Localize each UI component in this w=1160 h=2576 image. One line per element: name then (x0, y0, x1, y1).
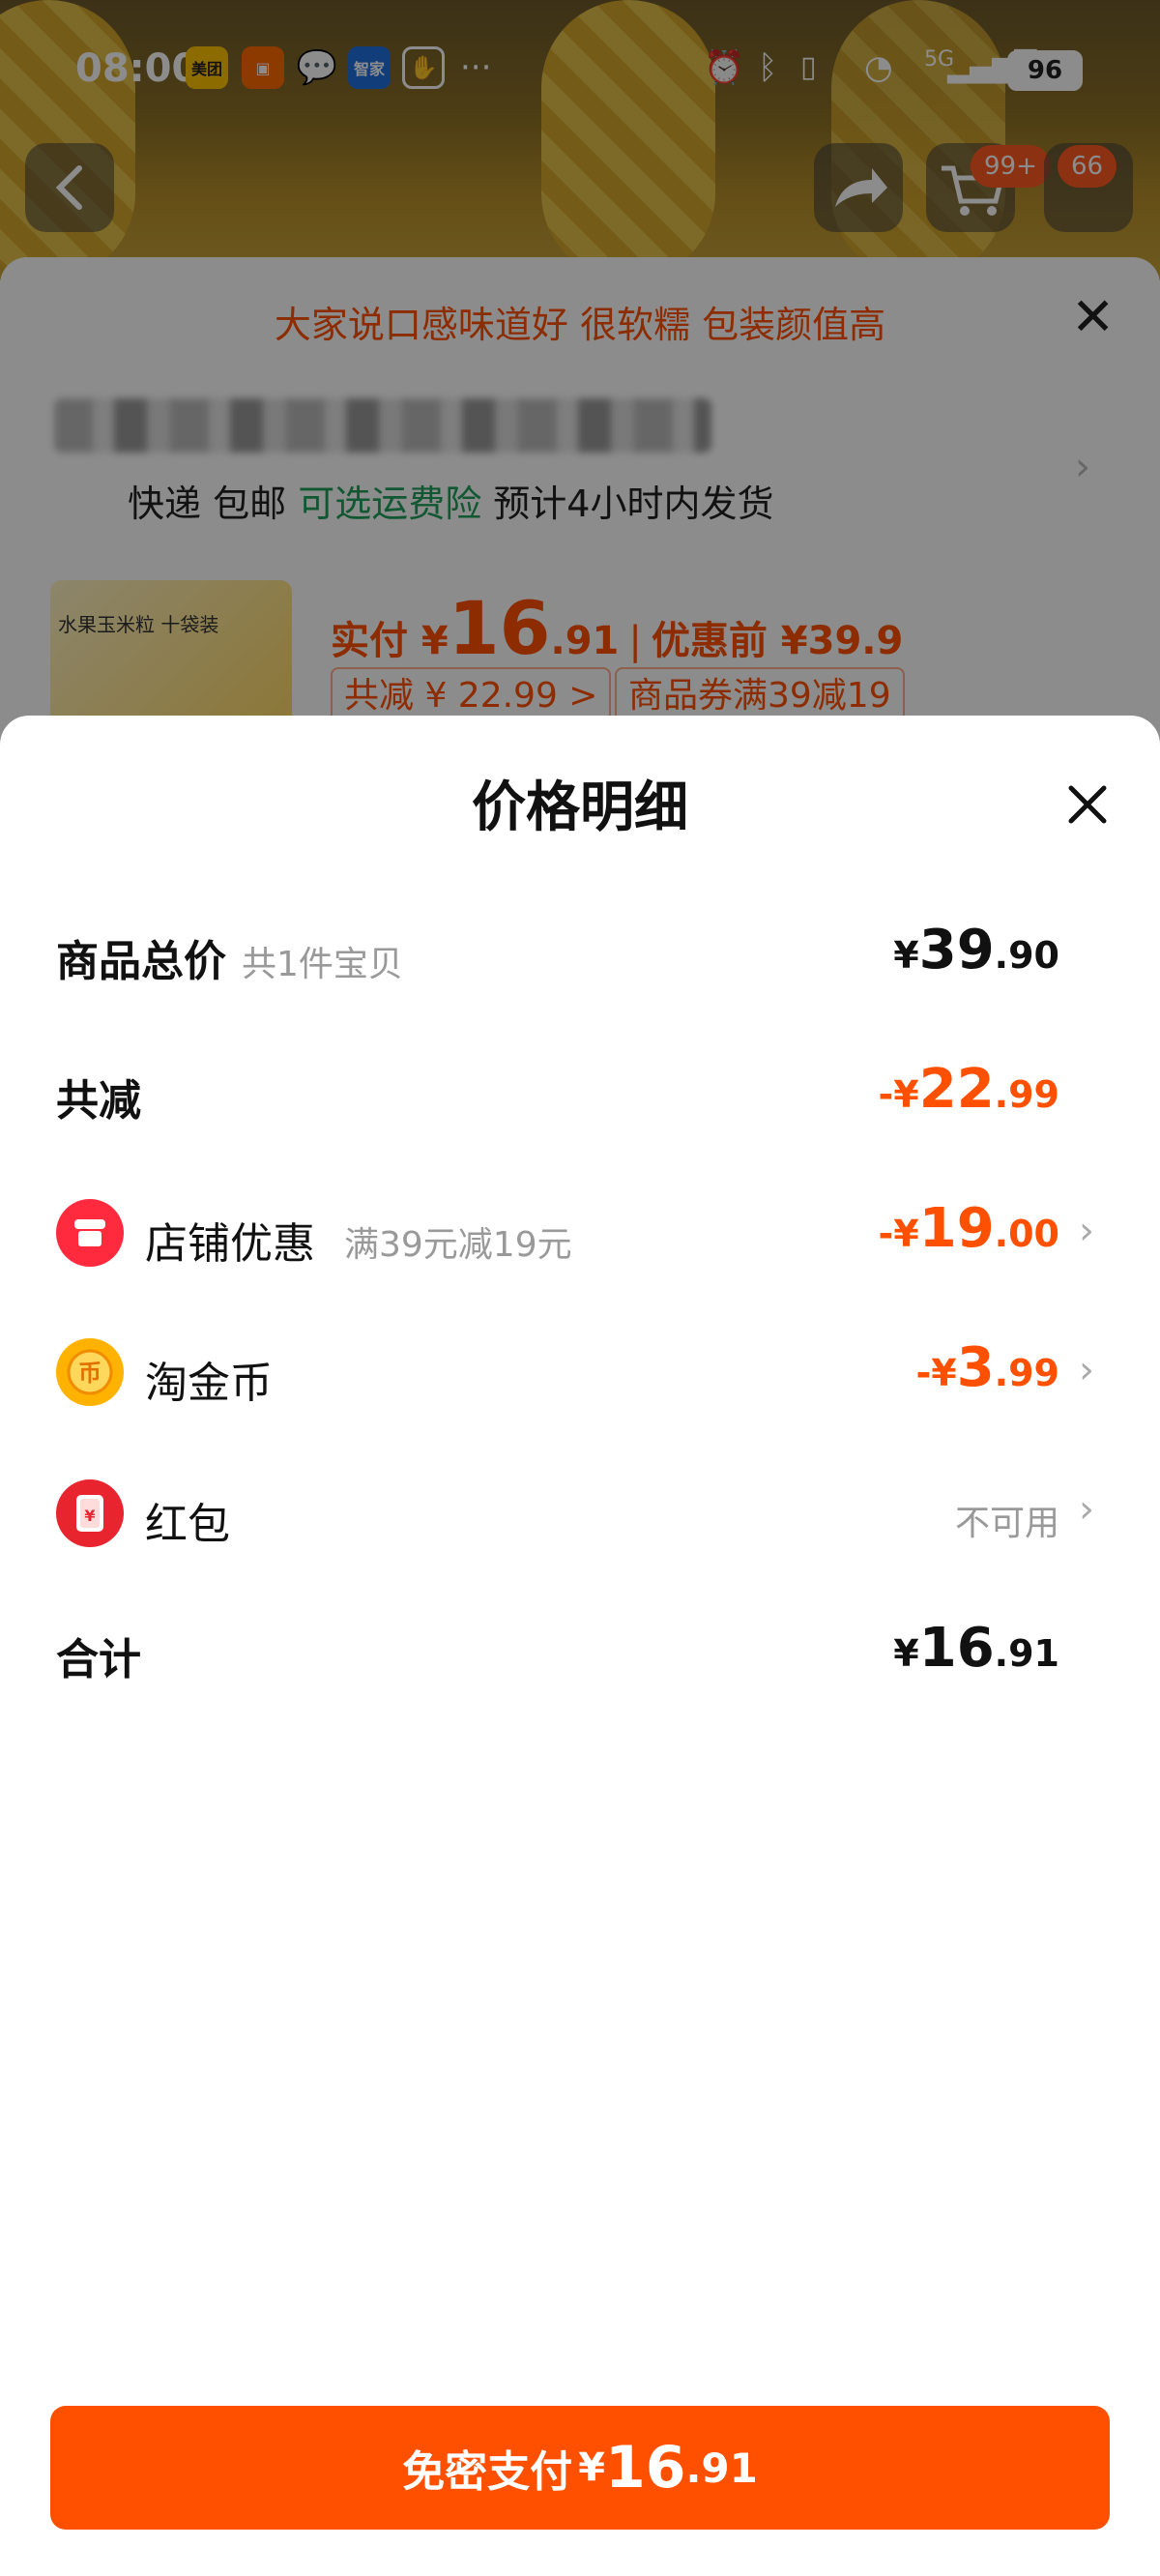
amount-dec: .99 (994, 1073, 1059, 1116)
taojinbi-label[interactable]: 淘金币 (145, 1348, 273, 1410)
close-icon[interactable] (1061, 778, 1114, 831)
store-discount-amount[interactable]: -¥19.00 (879, 1197, 1059, 1260)
grand-total-label: 合计 (56, 1635, 141, 1684)
goods-total-title: 商品总价 (56, 937, 226, 986)
amount-dec: .00 (994, 1213, 1059, 1255)
amount-int: 19 (918, 1197, 995, 1260)
amount-int: 3 (956, 1336, 995, 1399)
svg-text:币: 币 (78, 1360, 102, 1387)
goods-count: 共1件宝贝 (242, 945, 403, 984)
goods-total-amount: ¥39.90 (893, 919, 1059, 981)
amount-dec: .91 (994, 1632, 1059, 1675)
taojinbi-coin-icon: 币 (56, 1338, 124, 1406)
pay-button-label: 免密支付 (402, 2447, 573, 2497)
amount-int: 22 (918, 1058, 995, 1121)
password-free-pay-button[interactable]: 免密支付 ¥16.91 (50, 2406, 1110, 2530)
goods-total-label: 商品总价 共1件宝贝 (56, 926, 403, 988)
red-packet-label[interactable]: 红包 (145, 1489, 230, 1551)
currency-symbol: -¥ (915, 1352, 957, 1394)
grand-total-amount: ¥16.91 (893, 1617, 1059, 1680)
pay-button-dec: .91 (685, 2444, 758, 2492)
chevron-right-icon[interactable]: › (1079, 1487, 1094, 1532)
store-discount-label[interactable]: 店铺优惠 (145, 1209, 315, 1271)
amount-int: 39 (918, 919, 995, 981)
sheet-title: 价格明细 (472, 776, 688, 839)
amount-int: 16 (918, 1617, 995, 1680)
red-packet-icon: ¥ (56, 1479, 124, 1547)
store-discount-rule: 满39元减19元 (344, 1225, 572, 1265)
pay-button-int: 16 (604, 2434, 686, 2502)
currency-symbol: -¥ (878, 1213, 919, 1255)
currency-symbol: ¥ (893, 1632, 919, 1675)
red-packet-status[interactable]: 不可用 (955, 1495, 1059, 1545)
store-icon (56, 1199, 124, 1267)
amount-dec: .99 (994, 1352, 1059, 1394)
pay-button-currency: ¥ (578, 2445, 605, 2490)
amount-dec: .90 (994, 934, 1059, 977)
currency-symbol: -¥ (878, 1073, 919, 1116)
currency-symbol: ¥ (893, 934, 919, 977)
total-discount-amount: -¥22.99 (879, 1058, 1059, 1121)
total-discount-label: 共减 (56, 1076, 141, 1126)
taojinbi-amount[interactable]: -¥3.99 (915, 1336, 1059, 1399)
chevron-right-icon[interactable]: › (1079, 1348, 1094, 1392)
svg-text:¥: ¥ (84, 1507, 95, 1525)
chevron-right-icon[interactable]: › (1079, 1209, 1094, 1253)
